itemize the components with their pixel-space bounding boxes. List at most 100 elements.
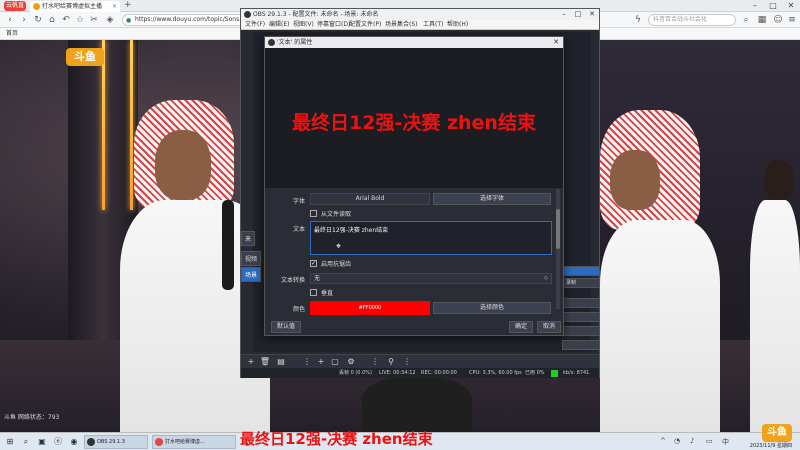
- edge-icon[interactable]: ⓔ: [52, 436, 64, 448]
- dropped-frames: 丢帧 0 (0.0%): [339, 370, 372, 376]
- star-icon[interactable]: ☆: [74, 14, 86, 26]
- delete-icon[interactable]: 🗑: [259, 356, 271, 368]
- taskbar-app-obs[interactable]: OBS 29.1.3: [84, 435, 148, 449]
- search-input[interactable]: 抖音百合战斗社会化: [648, 14, 736, 26]
- maximize-icon[interactable]: □: [764, 0, 782, 12]
- defaults-button[interactable]: 默认值: [271, 321, 301, 333]
- user-icon[interactable]: ☺: [772, 14, 784, 26]
- vertical-label: 垂直: [321, 290, 334, 297]
- minimize-icon[interactable]: –: [746, 0, 764, 12]
- menu-docks[interactable]: 停靠窗口(D): [317, 20, 350, 30]
- dock-tab[interactable]: [562, 326, 600, 336]
- taskbar-app-label: 打水吧给赛博虚...: [165, 439, 205, 445]
- search-icon[interactable]: ⌕: [20, 436, 32, 448]
- address-bar[interactable]: ● https://www.douyu.com/topic/Sons...: [122, 14, 252, 26]
- bookmark-home[interactable]: 首页: [6, 29, 18, 39]
- add-source-icon[interactable]: +: [315, 356, 327, 368]
- volume-icon[interactable]: ♪: [690, 437, 694, 445]
- browser-tab[interactable]: 打水吧给赛博虚拟主播 ✕: [30, 1, 120, 12]
- dock-tab-scenes[interactable]: 场景: [241, 267, 262, 282]
- from-file-checkbox[interactable]: [310, 210, 317, 217]
- menu-tools[interactable]: 工具(T): [423, 20, 443, 30]
- link-icon[interactable]: ⚲: [385, 356, 397, 368]
- cancel-button[interactable]: 取消: [537, 321, 561, 333]
- menu-scene-collection[interactable]: 场景集合(S): [385, 20, 418, 30]
- menu-icon[interactable]: ≡: [786, 14, 798, 26]
- douyu-logo: 斗鱼: [762, 424, 792, 442]
- forward-icon[interactable]: ›: [18, 14, 30, 26]
- grid-icon[interactable]: ▦: [756, 14, 768, 26]
- mouse-cursor-icon: ⌖: [336, 242, 342, 252]
- bitrate: kb/s: 8741: [563, 370, 590, 376]
- menu-help[interactable]: 帮助(H): [447, 20, 468, 30]
- network-icon[interactable]: ◔: [674, 437, 680, 445]
- new-tab-button[interactable]: +: [124, 0, 132, 10]
- home-icon[interactable]: ⌂: [46, 14, 58, 26]
- dock-tab[interactable]: [562, 340, 600, 350]
- dock-tab[interactable]: [562, 312, 600, 322]
- face: [610, 150, 660, 210]
- task-view-icon[interactable]: ▣: [36, 436, 48, 448]
- more-icon[interactable]: ⋮: [301, 356, 313, 368]
- gear-icon[interactable]: ⚙: [345, 356, 357, 368]
- menu-edit[interactable]: 编辑(E): [269, 20, 289, 30]
- search-icon[interactable]: ⌕: [740, 14, 752, 26]
- clock-date: 2023/11/9 星期四: [749, 443, 792, 449]
- tab-close-icon[interactable]: ✕: [112, 1, 117, 12]
- dock-tab[interactable]: 视频: [241, 251, 262, 266]
- chevron-up-icon[interactable]: ^: [660, 437, 666, 445]
- dock-tab[interactable]: [562, 298, 600, 308]
- antialias-checkbox[interactable]: ✓: [310, 260, 317, 267]
- color-swatch[interactable]: #FF0000: [310, 301, 430, 315]
- cut-icon[interactable]: ✂: [88, 14, 100, 26]
- scrollbar-thumb[interactable]: [556, 209, 560, 249]
- robe: [750, 200, 800, 432]
- reload-icon[interactable]: ↻: [32, 14, 44, 26]
- ime-icon[interactable]: 中: [722, 437, 729, 447]
- ok-button[interactable]: 确定: [509, 321, 533, 333]
- transform-select[interactable]: 无 ◇: [310, 273, 552, 284]
- more-icon[interactable]: ⋮: [401, 356, 413, 368]
- dock-tab[interactable]: [562, 266, 600, 276]
- select-font-button[interactable]: 选择字体: [433, 193, 551, 205]
- stage-light: [102, 40, 105, 210]
- close-icon[interactable]: ✕: [553, 37, 559, 48]
- font-value: Arial Bold: [310, 193, 430, 205]
- obs-title: OBS 29.1.3 - 配置文件: 未命名 - 场景: 未命名: [253, 11, 379, 18]
- obs-titlebar: OBS 29.1.3 - 配置文件: 未命名 - 场景: 未命名 – □ ✕: [241, 9, 599, 20]
- back-icon[interactable]: ‹: [4, 14, 16, 26]
- filter-icon[interactable]: ▤: [275, 356, 287, 368]
- shield-icon[interactable]: ◈: [104, 14, 116, 26]
- battery-icon[interactable]: ▭: [706, 437, 713, 445]
- dialog-titlebar: '文本' 的属性 ✕: [265, 37, 563, 48]
- close-icon[interactable]: ✕: [782, 0, 800, 12]
- text-input[interactable]: 最终日12强-决赛 zhen结束: [310, 221, 552, 255]
- transform-label: 文本转换: [280, 277, 305, 284]
- address-text: https://www.douyu.com/topic/Sons...: [135, 16, 245, 23]
- start-icon[interactable]: ⊞: [4, 436, 16, 448]
- minimize-icon[interactable]: –: [557, 9, 571, 20]
- more-icon[interactable]: ⋮: [369, 356, 381, 368]
- chrome-icon[interactable]: ◉: [68, 436, 80, 448]
- select-color-button[interactable]: 选择颜色: [433, 302, 551, 314]
- close-icon[interactable]: ✕: [585, 9, 599, 20]
- maximize-icon[interactable]: □: [571, 9, 585, 20]
- delete-source-icon[interactable]: ▢: [329, 356, 341, 368]
- scrollbar[interactable]: [556, 189, 560, 309]
- preview-text: 最终日12强-决赛 zhen结束: [292, 112, 536, 134]
- undo-icon[interactable]: ↶: [60, 14, 72, 26]
- properties-dialog: '文本' 的属性 ✕ 最终日12强-决赛 zhen结束 字体 Arial Bol…: [264, 36, 564, 336]
- taskbar-app-browser[interactable]: 打水吧给赛博虚...: [152, 435, 236, 449]
- menu-file[interactable]: 文件(F): [245, 20, 265, 30]
- vertical-checkbox[interactable]: [310, 289, 317, 296]
- menu-view[interactable]: 视图(V): [293, 20, 314, 30]
- menu-profile[interactable]: 配置文件(P): [349, 20, 381, 30]
- add-icon[interactable]: +: [245, 356, 257, 368]
- dock-tab[interactable]: 录制: [562, 278, 600, 288]
- color-label: 颜色: [292, 306, 305, 313]
- lightning-icon[interactable]: ϟ: [632, 14, 644, 26]
- browser-icon: [155, 438, 163, 446]
- tab-title: 打水吧给赛博虚拟主播: [42, 3, 103, 10]
- live-timer: LIVE: 00:34:12: [379, 370, 416, 376]
- dock-tab[interactable]: 来: [241, 231, 256, 246]
